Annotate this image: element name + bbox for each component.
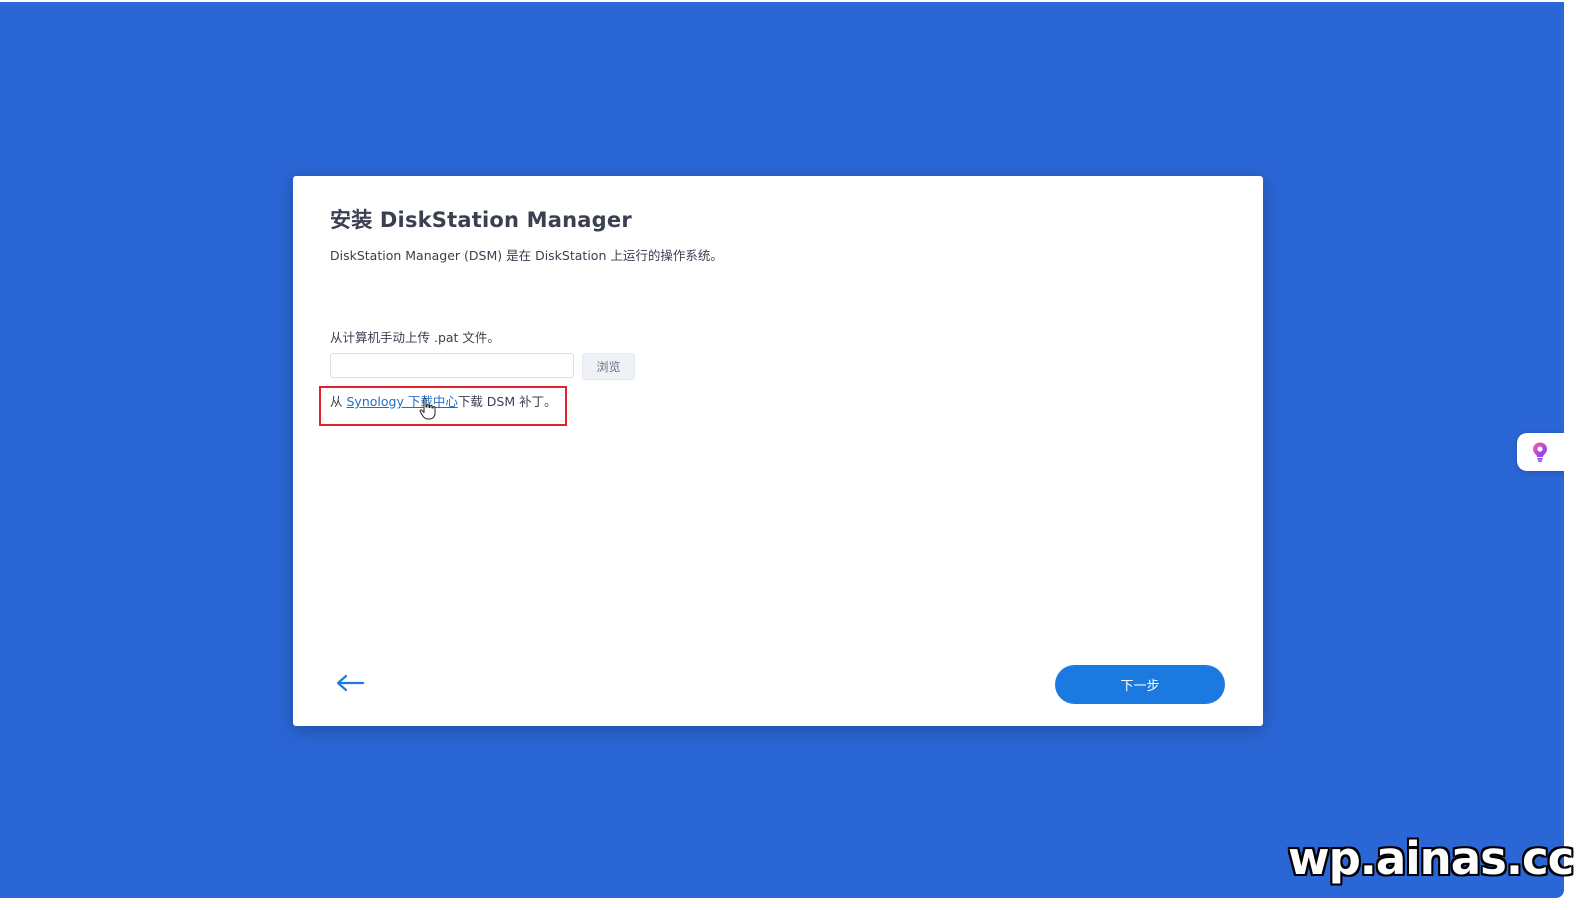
download-hint-suffix: 下载 DSM 补丁。 <box>457 394 557 409</box>
arrow-left-icon <box>336 674 365 692</box>
page-background: 安装 DiskStation Manager DiskStation Manag… <box>0 2 1564 898</box>
dialog-subtitle: DiskStation Manager (DSM) 是在 DiskStation… <box>330 248 723 263</box>
pat-file-input[interactable] <box>330 353 574 378</box>
download-hint-prefix: 从 <box>330 394 347 409</box>
dialog-title: 安装 DiskStation Manager <box>330 208 632 232</box>
download-hint: 从 Synology 下载中心下载 DSM 补丁。 <box>330 391 557 410</box>
back-button[interactable] <box>334 671 366 695</box>
download-center-link[interactable]: Synology 下载中心 <box>346 394 457 409</box>
install-dsm-dialog: 安装 DiskStation Manager DiskStation Manag… <box>293 176 1263 726</box>
next-button[interactable]: 下一步 <box>1055 665 1225 704</box>
side-assistant-widget[interactable] <box>1517 433 1564 471</box>
lightbulb-icon <box>1533 442 1547 462</box>
browse-button[interactable]: 浏览 <box>582 353 635 380</box>
upload-label: 从计算机手动上传 .pat 文件。 <box>330 330 500 345</box>
site-watermark: wp.ainas.cc <box>1288 832 1574 885</box>
